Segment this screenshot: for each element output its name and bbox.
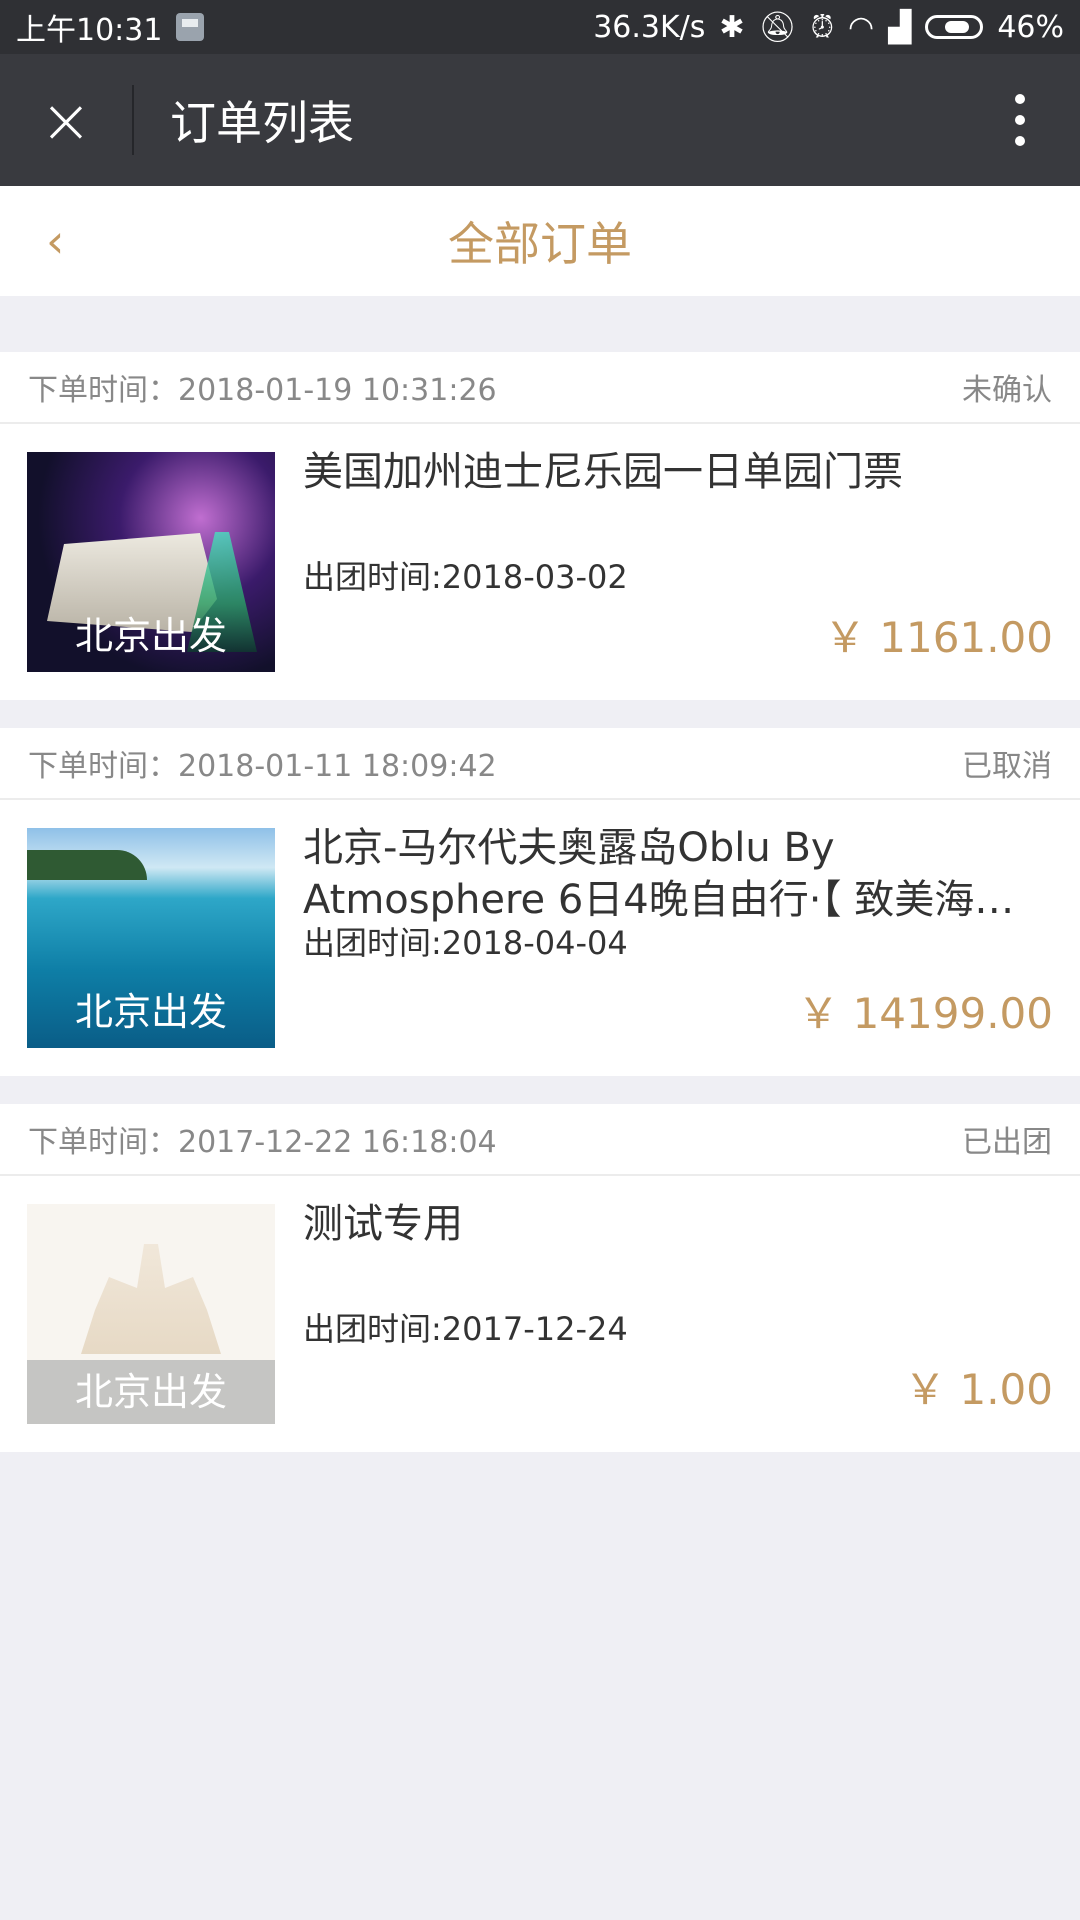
order-header: 下单时间：2017-12-22 16:18:04 已出团	[0, 1104, 1080, 1176]
title-divider	[132, 85, 134, 155]
status-bar-left: 上午10:31	[16, 5, 205, 49]
order-body: 北京出发 美国加州迪士尼乐园一日单园门票 出团时间:2018-03-02 ￥ 1…	[0, 424, 1080, 700]
order-card[interactable]: 下单时间：2018-01-11 18:09:42 已取消 北京出发 北京-马尔代…	[0, 728, 1080, 1076]
sim-card-icon	[176, 13, 205, 41]
status-bar-right: 36.3K/s ✱ 🔕︎ ⏰︎ ◠ ▟ 46%	[579, 10, 1064, 45]
departure-date: 出团时间:2017-12-24	[303, 1310, 628, 1348]
island-image	[27, 850, 147, 880]
order-card[interactable]: 下单时间：2018-01-19 10:31:26 未确认 北京出发 美国加州迪士…	[0, 352, 1080, 700]
order-time: 下单时间：2017-12-22 16:18:04	[28, 1125, 497, 1160]
mute-icon: 🔕︎	[758, 9, 797, 45]
status-bar: 上午10:31 36.3K/s ✱ 🔕︎ ⏰︎ ◠ ▟ 46%	[0, 0, 1080, 54]
more-dot-icon	[1015, 115, 1025, 125]
order-status: 未确认	[962, 373, 1052, 408]
section-title: 全部订单	[448, 217, 632, 271]
product-title[interactable]: 测试专用	[303, 1198, 1053, 1250]
order-status: 已取消	[962, 749, 1052, 784]
placeholder-logo-image	[81, 1244, 221, 1354]
order-status: 已出团	[962, 1125, 1052, 1160]
back-button[interactable]: ‹	[46, 216, 86, 266]
title-bar: × 订单列表	[0, 54, 1080, 186]
close-button[interactable]: ×	[0, 54, 132, 186]
order-body: 北京出发 测试专用 出团时间:2017-12-24 ￥ 1.00	[0, 1176, 1080, 1452]
product-thumbnail[interactable]: 北京出发	[27, 452, 275, 672]
product-thumbnail[interactable]: 北京出发	[27, 1204, 275, 1424]
page-title: 订单列表	[170, 96, 354, 150]
order-list: 下单时间：2018-01-19 10:31:26 未确认 北京出发 美国加州迪士…	[0, 352, 1080, 1480]
order-price: ￥ 1161.00	[823, 613, 1053, 662]
close-icon: ×	[40, 83, 92, 157]
wifi-icon: ◠	[848, 9, 875, 45]
order-card[interactable]: 下单时间：2017-12-22 16:18:04 已出团 北京出发 测试专用 出…	[0, 1104, 1080, 1452]
more-dot-icon	[1015, 136, 1025, 146]
clock: 上午10:31	[16, 13, 163, 48]
sub-header: ‹ 全部订单	[0, 186, 1080, 296]
order-header: 下单时间：2018-01-19 10:31:26 未确认	[0, 352, 1080, 424]
product-thumbnail[interactable]: 北京出发	[27, 828, 275, 1048]
network-speed: 36.3K/s	[593, 9, 706, 45]
battery-percent: 46%	[997, 9, 1064, 45]
departure-date: 出团时间:2018-03-02	[303, 558, 628, 596]
product-title[interactable]: 北京-马尔代夫奥露岛Oblu By Atmosphere 6日4晚自由行·【 致…	[303, 822, 1053, 926]
more-dot-icon	[1015, 94, 1025, 104]
battery-icon	[925, 15, 984, 39]
bluetooth-icon: ✱	[719, 9, 745, 45]
order-time: 下单时间：2018-01-19 10:31:26	[28, 373, 497, 408]
order-body: 北京出发 北京-马尔代夫奥露岛Oblu By Atmosphere 6日4晚自由…	[0, 800, 1080, 1076]
alarm-icon: ⏰︎	[810, 9, 835, 45]
departure-date: 出团时间:2018-04-04	[303, 924, 628, 962]
chevron-left-icon: ‹	[46, 214, 65, 268]
origin-label: 北京出发	[74, 614, 227, 658]
order-header: 下单时间：2018-01-11 18:09:42 已取消	[0, 728, 1080, 800]
product-title[interactable]: 美国加州迪士尼乐园一日单园门票	[303, 446, 1053, 498]
order-price: ￥ 14199.00	[797, 989, 1053, 1038]
more-menu-button[interactable]	[960, 54, 1080, 186]
signal-icon: ▟	[888, 9, 912, 45]
origin-label: 北京出发	[27, 1360, 275, 1424]
origin-label: 北京出发	[74, 990, 227, 1034]
order-time: 下单时间：2018-01-11 18:09:42	[28, 749, 497, 784]
order-price: ￥ 1.00	[904, 1365, 1053, 1414]
